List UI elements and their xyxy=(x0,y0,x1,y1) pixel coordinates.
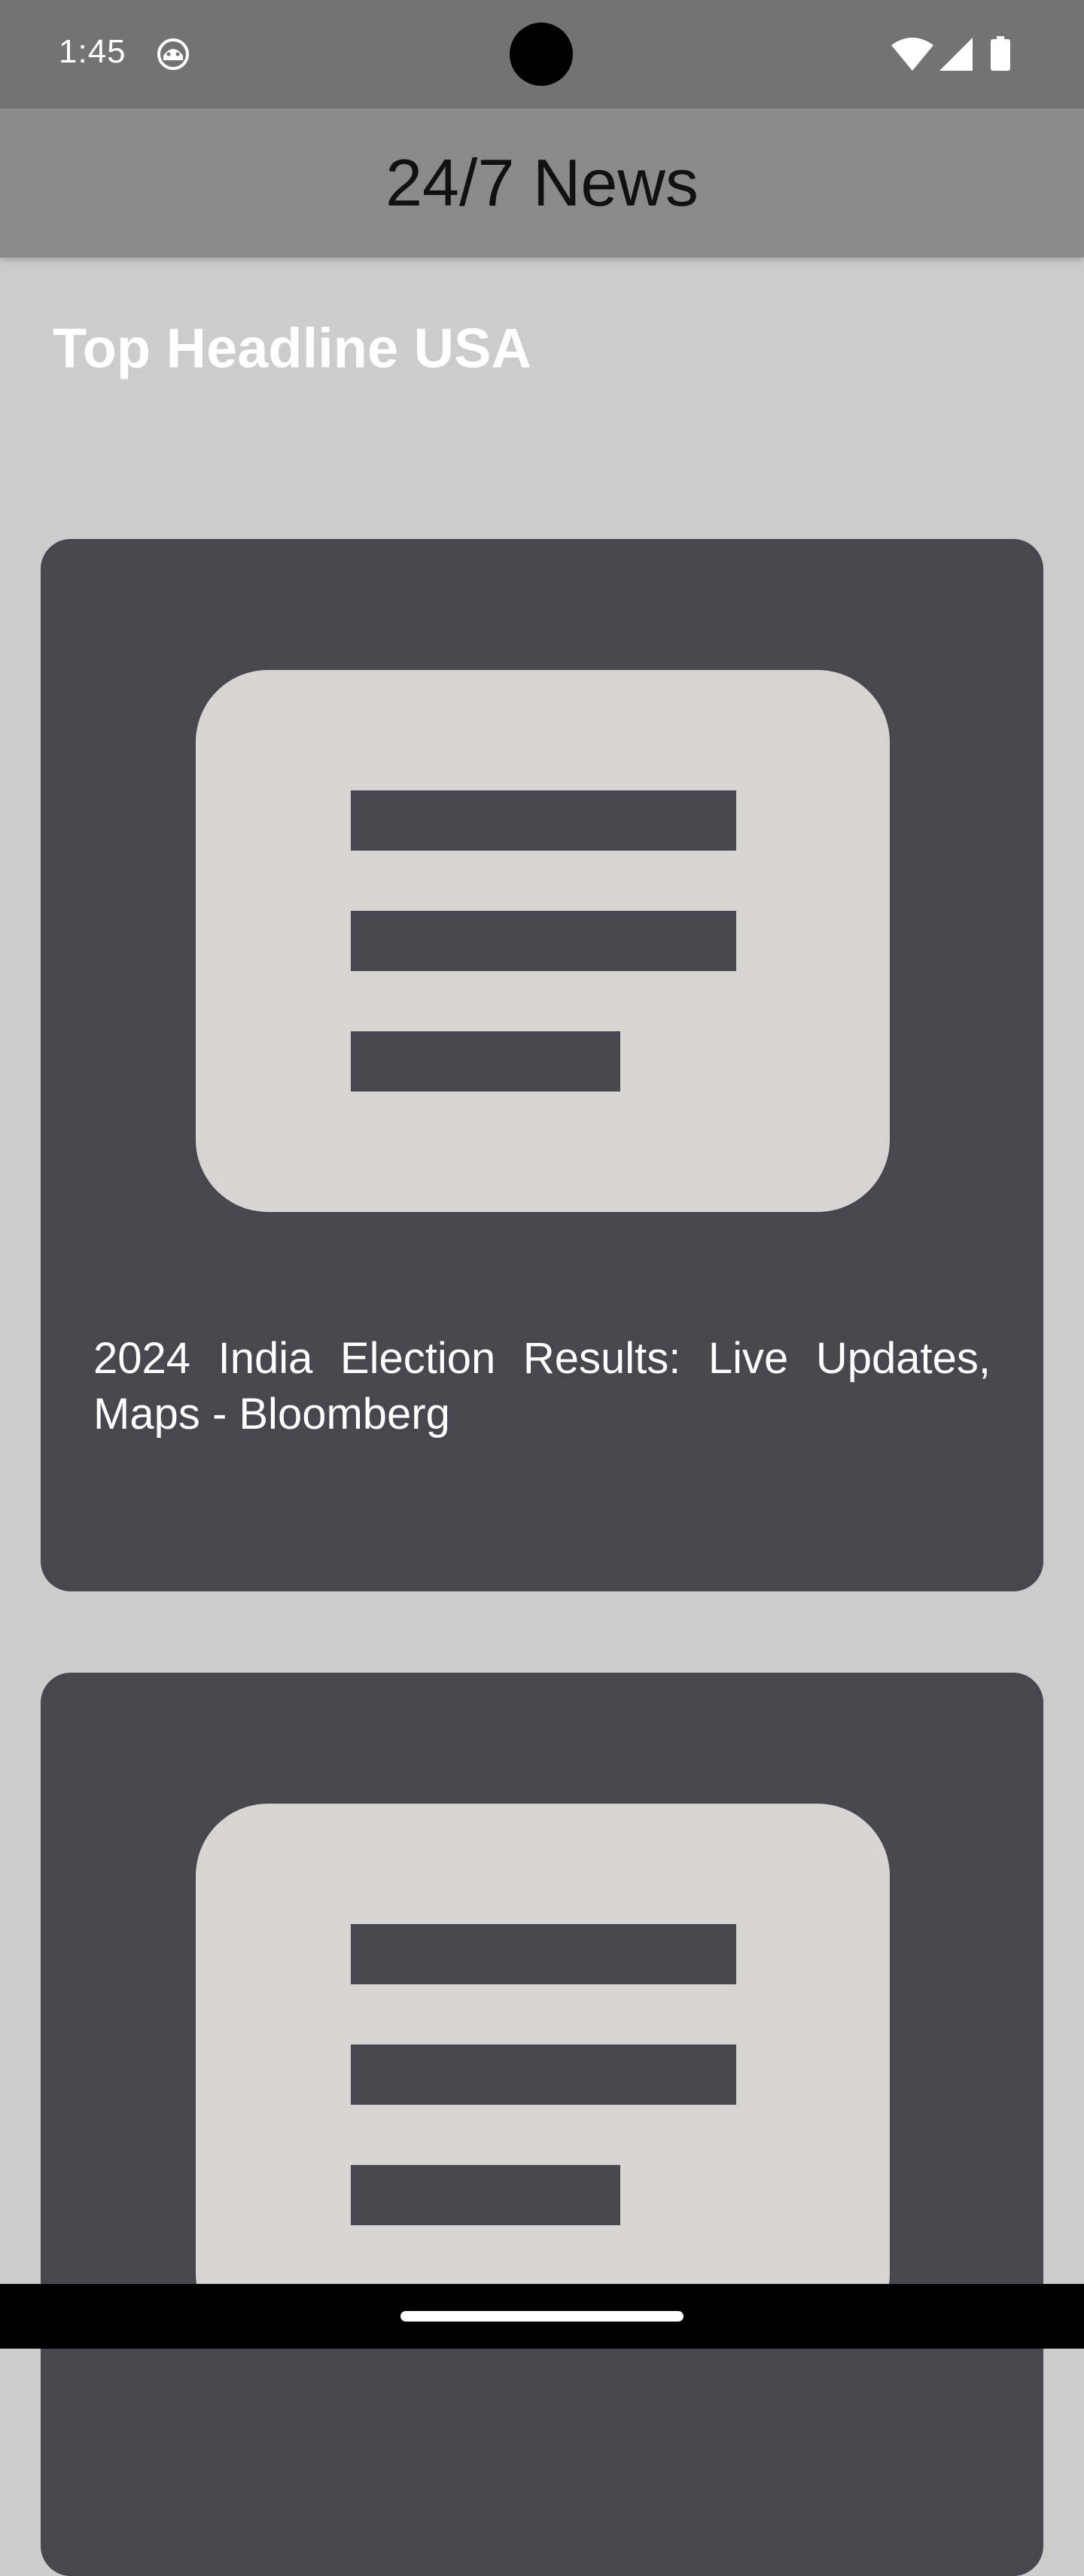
thumbnail-line xyxy=(351,1031,620,1092)
thumbnail-line xyxy=(351,2045,736,2105)
app-title: 24/7 News xyxy=(385,145,699,220)
thumbnail-line xyxy=(351,1924,736,1984)
cell-signal-icon xyxy=(939,38,973,71)
thumbnail-line xyxy=(351,790,736,851)
android-bot-icon xyxy=(157,38,189,70)
camera-cutout xyxy=(510,23,573,86)
article-headline: 2024 India Election Results: Live Update… xyxy=(93,1334,991,1439)
app-bar: 24/7 News xyxy=(0,108,1084,257)
status-time: 1:45 xyxy=(59,33,126,70)
thumbnail-line xyxy=(351,911,736,971)
status-bar: 1:45 xyxy=(0,0,1084,108)
thumbnail-line xyxy=(351,2165,620,2225)
home-indicator[interactable] xyxy=(400,2311,684,2322)
battery-icon xyxy=(991,36,1010,71)
article-placeholder-icon xyxy=(196,1804,890,2346)
navigation-bar xyxy=(0,2284,1084,2349)
news-card[interactable] xyxy=(41,1673,1043,2576)
wifi-icon xyxy=(891,38,933,71)
news-card[interactable]: 2024 India Election Results: Live Update… xyxy=(41,539,1043,1591)
article-placeholder-icon xyxy=(196,670,890,1212)
section-title: Top Headline USA xyxy=(53,317,531,379)
